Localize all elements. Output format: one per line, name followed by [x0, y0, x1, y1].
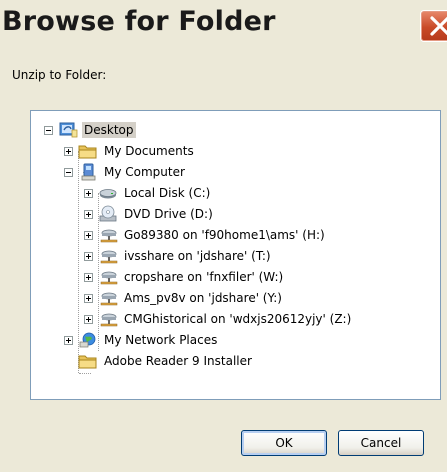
- desktop-icon: [59, 122, 78, 138]
- tree-item-label: Local Disk (C:): [124, 186, 211, 200]
- tree-item-label: My Network Places: [104, 333, 218, 347]
- tree-item-label: Ams_pv8v on 'jdshare' (Y:): [124, 291, 282, 305]
- network-drive-icon: [98, 247, 118, 265]
- expand-toggle[interactable]: [84, 251, 93, 261]
- tree-item-network-drive-t[interactable]: ivsshare on 'jdshare' (T:): [84, 245, 273, 267]
- title-bar[interactable]: Browse for Folder: [0, 0, 447, 48]
- collapse-toggle[interactable]: [44, 125, 53, 135]
- tree-item-my-documents[interactable]: My Documents: [64, 140, 196, 162]
- network-drive-icon: [98, 226, 118, 244]
- network-drive-icon: [98, 289, 118, 307]
- folder-icon: [78, 352, 98, 370]
- tree-item-adobe-installer[interactable]: Adobe Reader 9 Installer: [78, 350, 254, 372]
- tree-item-dvd-drive[interactable]: DVD Drive (D:): [84, 203, 215, 225]
- tree-item-my-computer[interactable]: My Computer: [64, 161, 187, 183]
- tree-item-label: Adobe Reader 9 Installer: [104, 354, 252, 368]
- expand-toggle[interactable]: [64, 335, 73, 345]
- folder-tree[interactable]: Desktop My Documents My Computer Local D…: [30, 110, 441, 400]
- tree-item-network-drive-y[interactable]: Ams_pv8v on 'jdshare' (Y:): [84, 287, 284, 309]
- network-drive-icon: [98, 268, 118, 286]
- expand-toggle[interactable]: [84, 188, 93, 198]
- expand-toggle[interactable]: [84, 272, 93, 282]
- tree-item-label: CMGhistorical on 'wdxjs20612yjy' (Z:): [124, 312, 352, 326]
- tree-item-network-drive-z[interactable]: CMGhistorical on 'wdxjs20612yjy' (Z:): [84, 308, 353, 330]
- tree-item-label: My Documents: [104, 144, 194, 158]
- expand-toggle[interactable]: [64, 146, 73, 156]
- tree-item-label: My Computer: [104, 165, 185, 179]
- expand-toggle[interactable]: [84, 209, 93, 219]
- prompt-label: Unzip to Folder:: [12, 68, 107, 82]
- window-title: Browse for Folder: [2, 6, 276, 37]
- tree-item-desktop[interactable]: Desktop: [44, 119, 136, 141]
- folder-icon: [78, 142, 98, 160]
- tree-item-label: cropshare on 'fnxfiler' (W:): [124, 270, 284, 284]
- close-icon: [430, 16, 447, 36]
- expand-toggle[interactable]: [84, 314, 93, 324]
- tree-item-label: Go89380 on 'f90home1\ams' (H:): [124, 228, 325, 242]
- computer-icon: [81, 163, 96, 181]
- network-drive-icon: [98, 310, 118, 328]
- tree-connector: [79, 373, 91, 374]
- tree-item-local-disk[interactable]: Local Disk (C:): [84, 182, 212, 204]
- tree-item-network-drive-w[interactable]: cropshare on 'fnxfiler' (W:): [84, 266, 285, 288]
- tree-item-label: Desktop: [82, 122, 136, 138]
- close-button[interactable]: [420, 10, 447, 42]
- tree-item-network-drive-h[interactable]: Go89380 on 'f90home1\ams' (H:): [84, 224, 327, 246]
- hard-disk-icon: [98, 184, 118, 202]
- dvd-drive-icon: [98, 205, 118, 223]
- tree-item-label: DVD Drive (D:): [124, 207, 213, 221]
- cancel-button[interactable]: Cancel: [338, 430, 424, 456]
- ok-button[interactable]: OK: [241, 430, 327, 456]
- expand-toggle[interactable]: [84, 230, 93, 240]
- tree-item-my-network-places[interactable]: My Network Places: [64, 329, 219, 351]
- globe-icon: [79, 332, 96, 348]
- tree-item-label: ivsshare on 'jdshare' (T:): [124, 249, 271, 263]
- collapse-toggle[interactable]: [64, 167, 73, 177]
- expand-toggle[interactable]: [84, 293, 93, 303]
